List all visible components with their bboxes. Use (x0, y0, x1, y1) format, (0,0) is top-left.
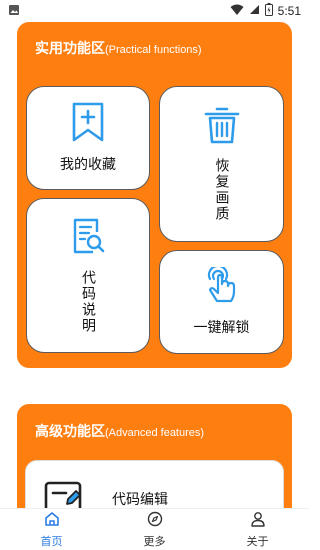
tap-finger-icon (206, 264, 238, 309)
home-icon (44, 511, 60, 531)
nav-label-about: 关于 (246, 534, 269, 548)
code-doc-label: 代码说明 (80, 269, 96, 334)
clock: 5:51 (277, 4, 301, 18)
document-search-icon (71, 218, 105, 260)
bookmark-add-icon (71, 102, 105, 146)
wifi-icon (230, 4, 244, 19)
code-doc-card[interactable]: 代码说明 (26, 198, 150, 353)
compass-icon (147, 511, 163, 531)
user-icon (250, 511, 266, 531)
trash-icon (204, 106, 240, 148)
practical-functions-title: 实用功能区 (Practical functions) (35, 41, 202, 57)
favorites-card[interactable]: 我的收藏 (26, 86, 150, 190)
one-click-unlock-label: 一键解锁 (193, 320, 250, 336)
nav-item-more[interactable]: 更多 (120, 511, 190, 549)
image-notification-icon (8, 4, 20, 19)
status-bar: 5:51 (0, 0, 309, 22)
battery-icon (264, 3, 273, 19)
bottom-navigation: 首页 更多 关于 (0, 508, 309, 550)
advanced-features-title: 高级功能区 (Advanced features) (35, 424, 205, 440)
nav-label-home: 首页 (40, 534, 63, 548)
restore-quality-card[interactable]: 恢复画质 (159, 86, 284, 242)
nav-label-more: 更多 (143, 534, 166, 548)
nav-item-home[interactable]: 首页 (17, 511, 87, 549)
one-click-unlock-card[interactable]: 一键解锁 (159, 250, 284, 354)
nav-item-about[interactable]: 关于 (223, 511, 293, 549)
restore-quality-label: 恢复画质 (213, 158, 230, 222)
signal-icon (249, 4, 260, 18)
favorites-label: 我的收藏 (60, 157, 116, 173)
code-editor-label: 代码编辑 (112, 492, 168, 508)
